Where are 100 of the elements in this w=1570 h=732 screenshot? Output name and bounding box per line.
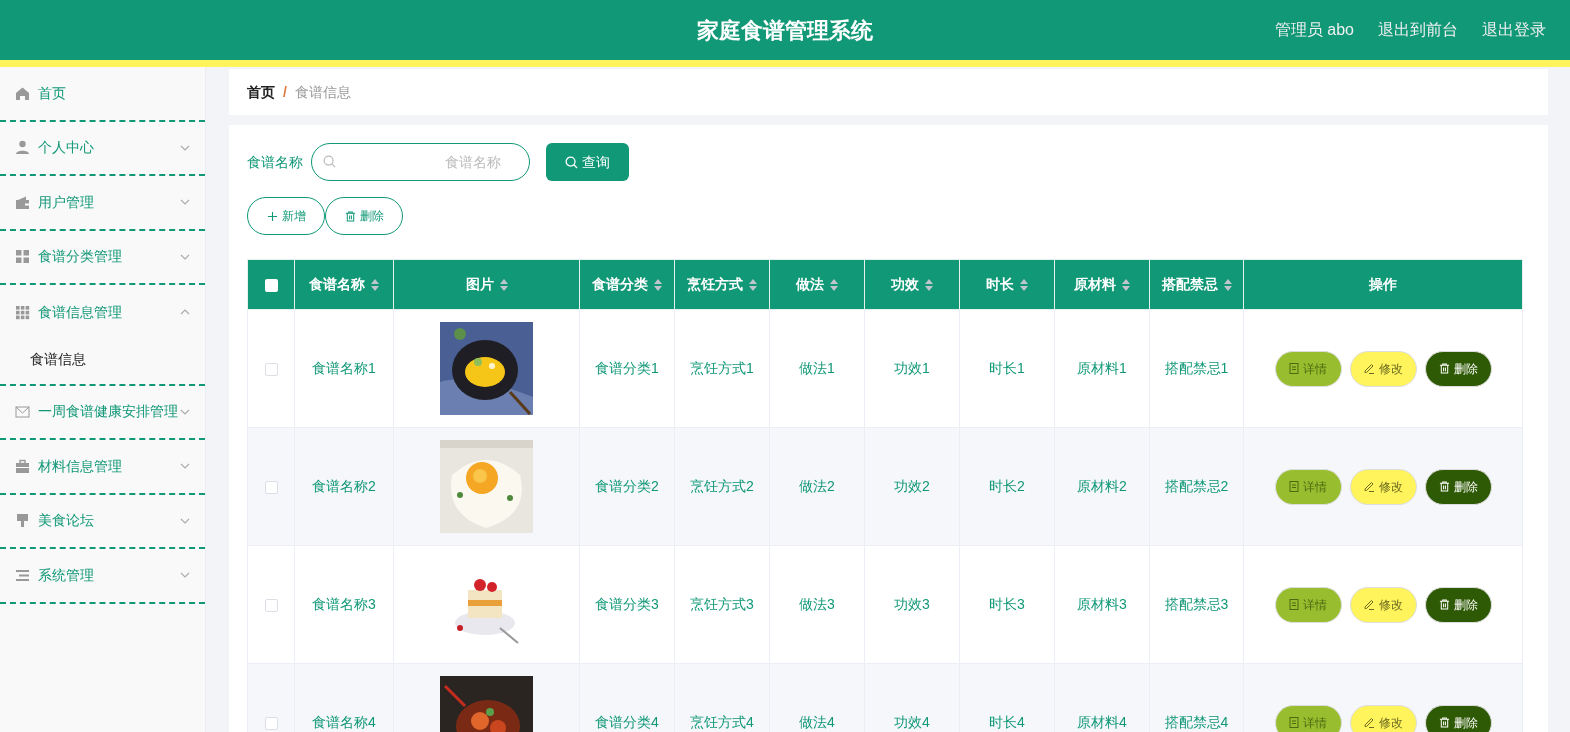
edit-button[interactable]: 修改 — [1349, 586, 1417, 623]
document-icon — [1289, 717, 1299, 728]
apps-icon — [15, 304, 30, 320]
row-checkbox[interactable] — [264, 598, 278, 612]
header-link[interactable]: 退出到前台 — [1378, 18, 1458, 42]
table-cell: 搭配禁忌1 — [1164, 360, 1229, 376]
pencil-icon — [1363, 717, 1375, 728]
table-cell: 时长4 — [989, 714, 1025, 730]
document-icon — [1289, 599, 1299, 610]
table-cell: 食谱名称1 — [312, 360, 376, 376]
column-header[interactable]: 食谱名称 — [294, 259, 394, 310]
column-header[interactable]: 做法 — [769, 259, 865, 310]
breadcrumb-link[interactable]: 首页 — [247, 81, 275, 103]
table-cell: 原材料3 — [1077, 596, 1127, 612]
user-icon — [15, 140, 30, 156]
detail-button[interactable]: 详情 — [1274, 350, 1342, 387]
search-label: 食谱名称 — [247, 152, 303, 172]
edit-button[interactable]: 修改 — [1349, 468, 1417, 505]
mail-icon — [15, 404, 30, 420]
table-cell: 搭配禁忌3 — [1164, 596, 1229, 612]
trash-icon — [1438, 363, 1450, 374]
column-header[interactable]: 功效 — [864, 259, 960, 310]
document-icon — [1289, 363, 1299, 374]
column-header: 操作 — [1243, 259, 1523, 310]
brush-icon — [15, 513, 30, 529]
pencil-icon — [1363, 481, 1375, 492]
detail-button[interactable]: 详情 — [1274, 468, 1342, 505]
sidebar-item[interactable]: 个人中心 — [0, 121, 205, 176]
column-header[interactable]: 搭配禁忌 — [1149, 259, 1244, 310]
sidebar-item[interactable]: 一周食谱健康安排管理 — [0, 385, 205, 440]
app-title: 家庭食谱管理系统 — [697, 17, 873, 43]
table-cell: 食谱分类1 — [595, 360, 659, 376]
table-cell: 功效3 — [894, 596, 930, 612]
search-field[interactable]: 食谱名称 — [311, 143, 530, 181]
sidebar-item[interactable]: 美食论坛 — [0, 494, 205, 549]
column-header[interactable]: 图片 — [393, 259, 580, 310]
table-cell: 时长3 — [989, 596, 1025, 612]
table-cell: 做法2 — [799, 478, 835, 494]
table-cell: 烹饪方式1 — [690, 360, 754, 376]
table-cell: 功效1 — [894, 360, 930, 376]
search-icon — [565, 155, 578, 169]
pencil-icon — [1363, 599, 1375, 610]
sidebar-item[interactable]: 用户管理 — [0, 176, 205, 231]
table-cell: 做法3 — [799, 596, 835, 612]
table-cell: 食谱分类4 — [595, 714, 659, 730]
table-cell: 搭配禁忌2 — [1164, 478, 1229, 494]
user-label: 管理员 abo — [1274, 20, 1354, 40]
table-cell: 功效4 — [894, 714, 930, 730]
home-icon — [15, 85, 30, 101]
search-icon — [323, 155, 336, 168]
list-icon — [15, 567, 30, 583]
sidebar-subitem[interactable]: 食谱信息 — [0, 339, 205, 380]
delete-button[interactable]: 删除 — [1424, 586, 1492, 623]
sidebar-item[interactable]: 食谱分类管理 — [0, 230, 205, 285]
table-cell: 做法4 — [799, 714, 835, 730]
briefcase-icon — [15, 458, 30, 474]
table-cell: 原材料4 — [1077, 714, 1127, 730]
column-header[interactable]: 时长 — [959, 259, 1055, 310]
table-cell: 做法1 — [799, 360, 835, 376]
table-cell: 食谱名称3 — [312, 596, 376, 612]
row-checkbox[interactable] — [264, 716, 278, 730]
sidebar-item[interactable]: 材料信息管理 — [0, 440, 205, 495]
column-header[interactable]: 原材料 — [1054, 259, 1150, 310]
sidebar-item[interactable]: 食谱信息管理 — [0, 285, 205, 340]
delete-button[interactable]: 删除 — [1424, 350, 1492, 387]
detail-button[interactable]: 详情 — [1274, 704, 1342, 732]
table-cell: 食谱分类3 — [595, 596, 659, 612]
grid-icon — [15, 249, 30, 265]
select-all-checkbox[interactable] — [264, 278, 278, 292]
column-header[interactable]: 食谱分类 — [579, 259, 675, 310]
plus-icon — [266, 210, 278, 222]
header-link[interactable]: 退出登录 — [1482, 18, 1546, 42]
trash-icon — [1438, 717, 1450, 728]
table-cell: 烹饪方式2 — [690, 478, 754, 494]
table-cell: 食谱分类2 — [595, 478, 659, 494]
search-button[interactable]: 查询 — [546, 143, 629, 181]
row-checkbox[interactable] — [264, 362, 278, 376]
row-checkbox[interactable] — [264, 480, 278, 494]
sidebar-item[interactable]: 系统管理 — [0, 549, 205, 604]
detail-button[interactable]: 详情 — [1274, 586, 1342, 623]
trash-icon — [1438, 481, 1450, 492]
table-cell: 食谱名称2 — [312, 478, 376, 494]
delete-button[interactable]: 删除 — [325, 197, 403, 235]
table-cell: 烹饪方式3 — [690, 596, 754, 612]
edit-button[interactable]: 修改 — [1349, 350, 1417, 387]
add-button[interactable]: 新增 — [247, 197, 325, 235]
pencil-icon — [1363, 363, 1375, 374]
breadcrumb-separator: / — [283, 82, 287, 102]
table-cell: 烹饪方式4 — [690, 714, 754, 730]
column-header[interactable]: 烹饪方式 — [674, 259, 770, 310]
table-cell: 时长2 — [989, 478, 1025, 494]
sidebar-item[interactable]: 首页 — [0, 67, 205, 122]
edit-button[interactable]: 修改 — [1349, 704, 1417, 732]
table-cell: 食谱名称4 — [312, 714, 376, 730]
delete-button[interactable]: 删除 — [1424, 468, 1492, 505]
table-cell: 搭配禁忌4 — [1164, 714, 1229, 730]
document-icon — [1289, 481, 1299, 492]
table-cell: 原材料1 — [1077, 360, 1127, 376]
delete-button[interactable]: 删除 — [1424, 704, 1492, 732]
table-cell: 原材料2 — [1077, 478, 1127, 494]
